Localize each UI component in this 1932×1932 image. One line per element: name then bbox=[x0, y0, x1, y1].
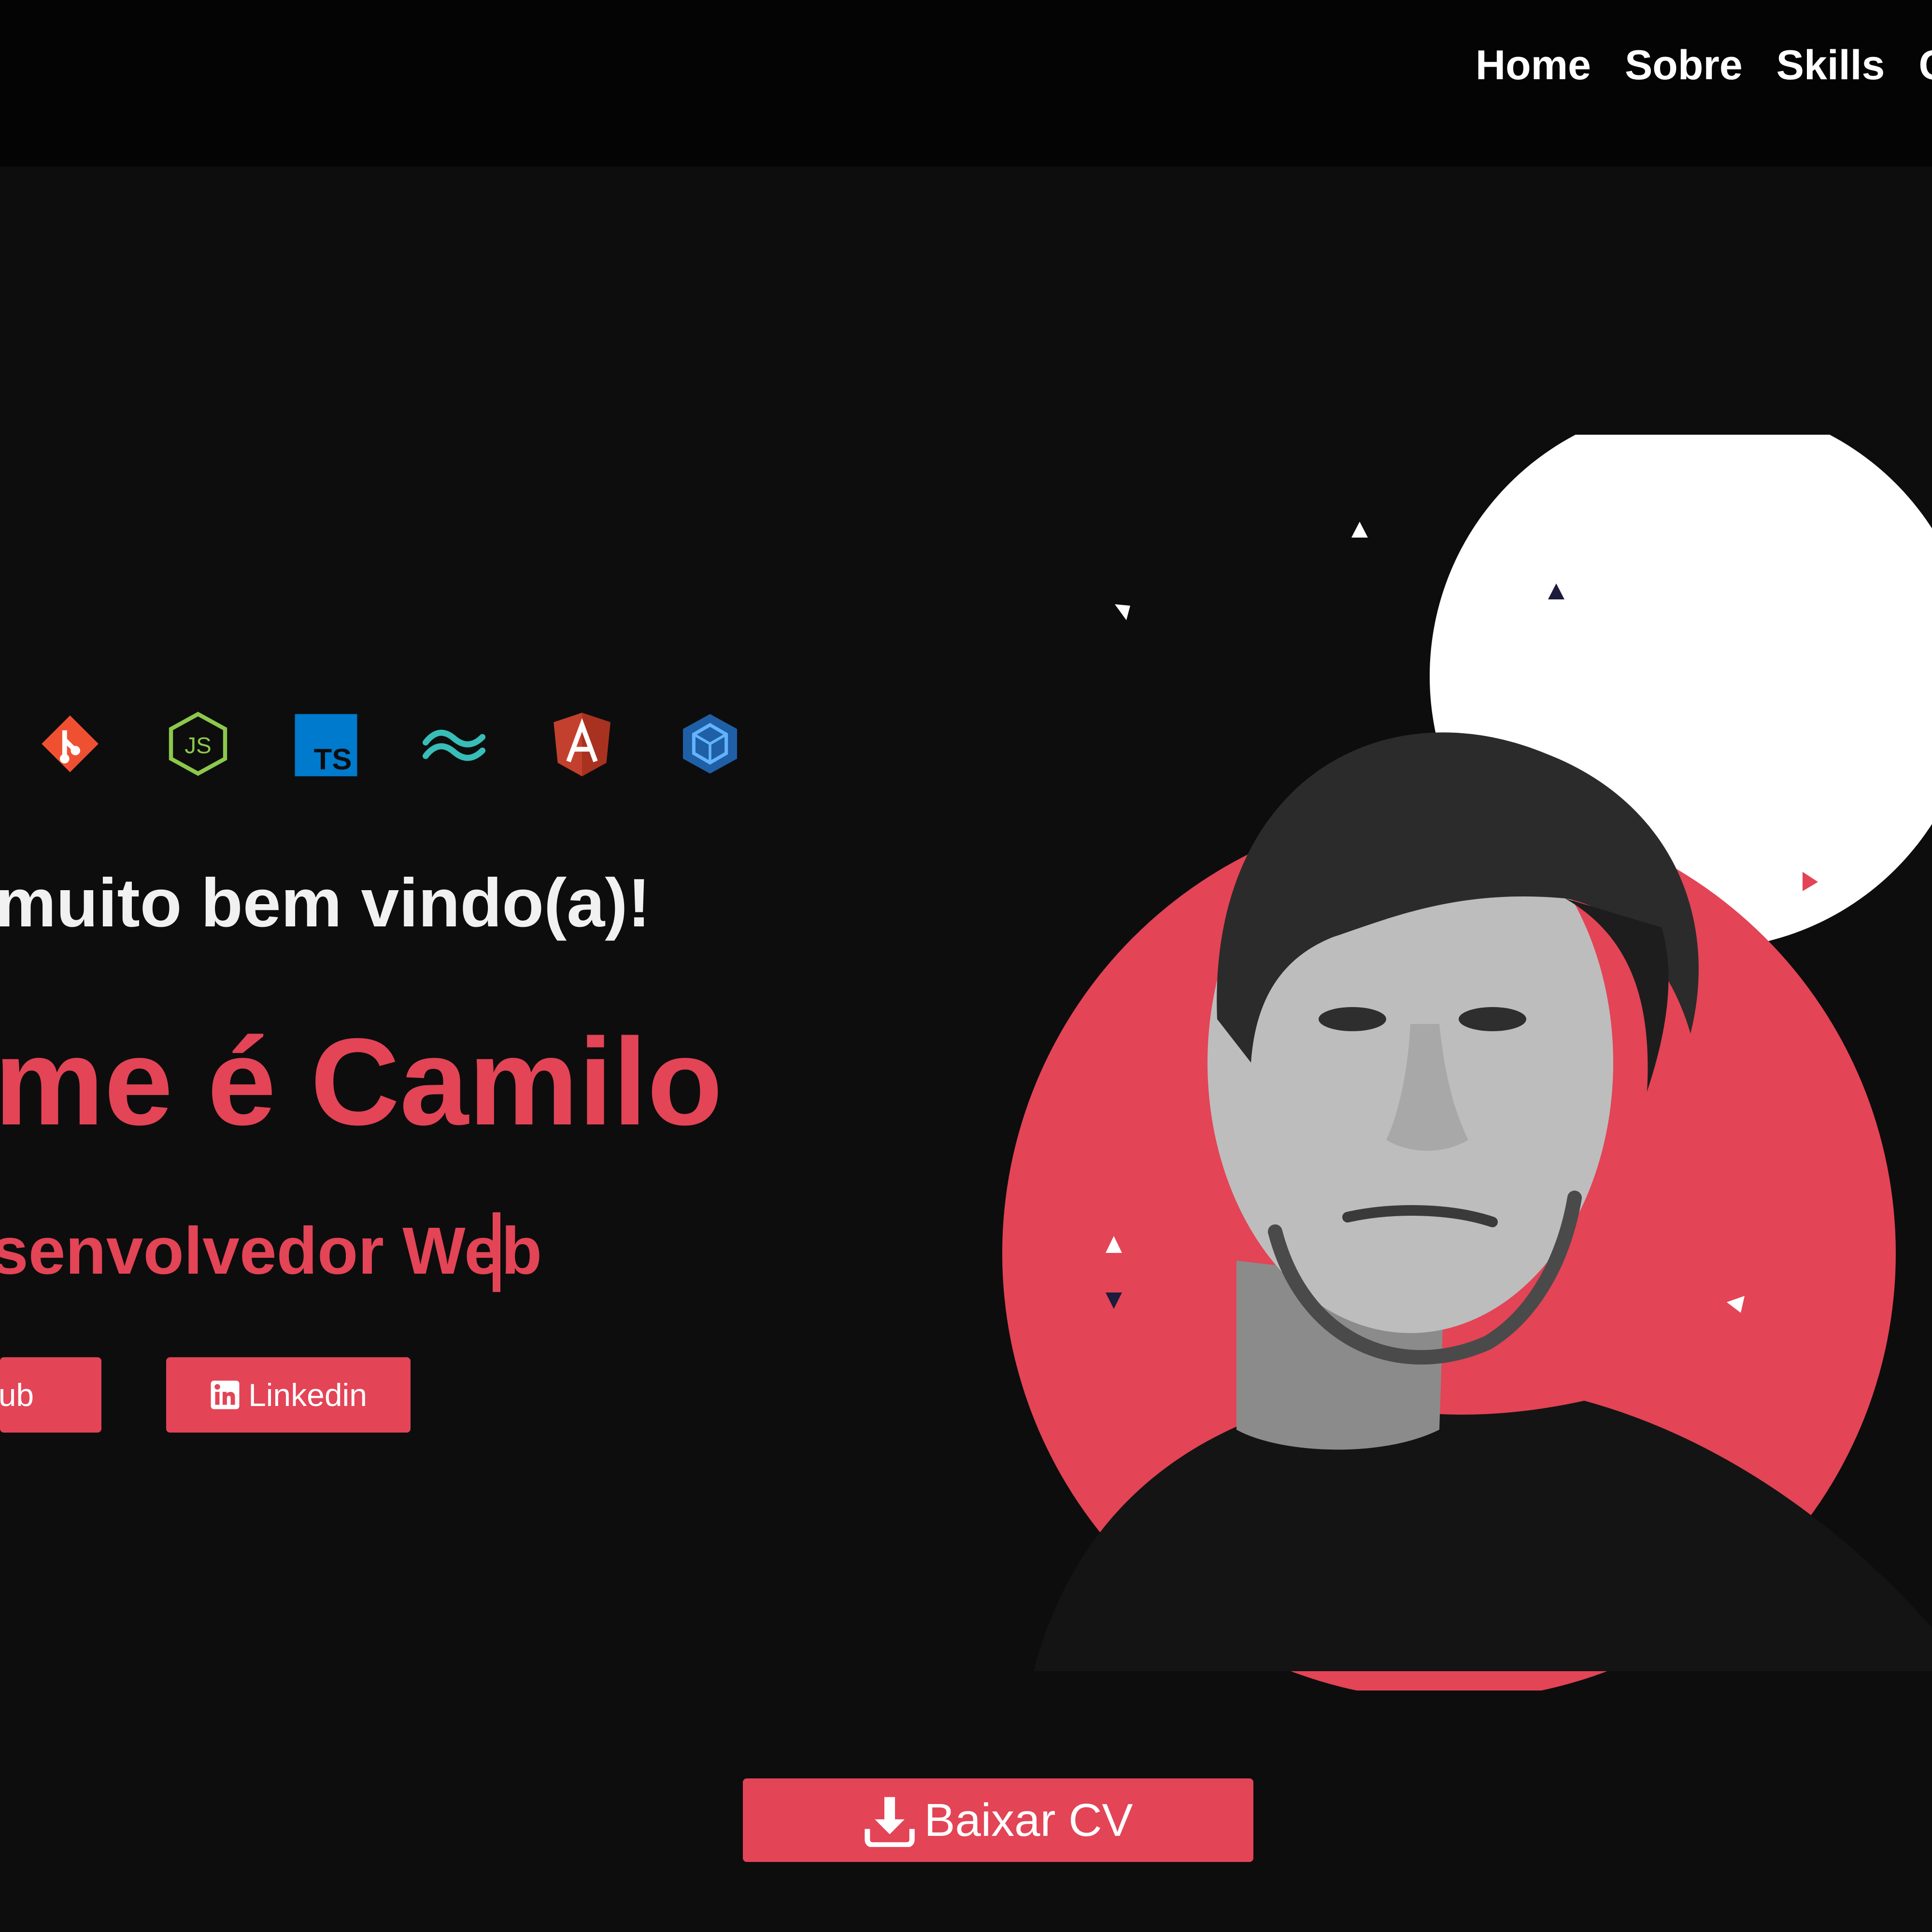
tech-icons-row: JS TS bbox=[0, 708, 773, 780]
nav-link-skills[interactable]: Skills bbox=[1776, 34, 1885, 97]
navbar: Home Sobre Skills C bbox=[0, 0, 1932, 167]
download-cv-label: Baixar CV bbox=[924, 1794, 1133, 1846]
angular-icon bbox=[548, 708, 616, 780]
hero-illustration bbox=[966, 435, 1932, 1690]
download-cv-button[interactable]: Baixar CV bbox=[743, 1778, 1253, 1862]
download-icon bbox=[865, 1797, 915, 1847]
typing-caret bbox=[493, 1212, 500, 1292]
nav-link-home[interactable]: Home bbox=[1476, 34, 1591, 97]
svg-text:JS: JS bbox=[185, 733, 212, 759]
github-button-label: hub bbox=[0, 1377, 34, 1413]
linkedin-button-label: Linkedin bbox=[248, 1377, 367, 1413]
hero-role: senvolvedor Web bbox=[0, 1214, 542, 1288]
linkedin-button[interactable]: Linkedin bbox=[166, 1357, 411, 1433]
sequelize-icon bbox=[676, 708, 744, 780]
github-button[interactable]: hub bbox=[0, 1357, 101, 1433]
git-icon bbox=[36, 708, 104, 780]
nav-link-sobre[interactable]: Sobre bbox=[1625, 34, 1743, 97]
nav-links: Home Sobre Skills C bbox=[1476, 34, 1932, 97]
nav-link-contato[interactable]: C bbox=[1918, 34, 1932, 97]
welcome-text: muito bem vindo(a)! bbox=[0, 865, 651, 941]
linkedin-icon bbox=[211, 1380, 240, 1409]
hero-name: me é Camilo bbox=[0, 1013, 723, 1151]
portfolio-page: Home Sobre Skills C JS TS bbox=[0, 0, 1932, 1932]
nodejs-icon: JS bbox=[164, 708, 232, 780]
svg-text:TS: TS bbox=[314, 743, 352, 776]
tailwind-icon bbox=[420, 708, 488, 780]
typescript-icon: TS bbox=[292, 708, 360, 780]
